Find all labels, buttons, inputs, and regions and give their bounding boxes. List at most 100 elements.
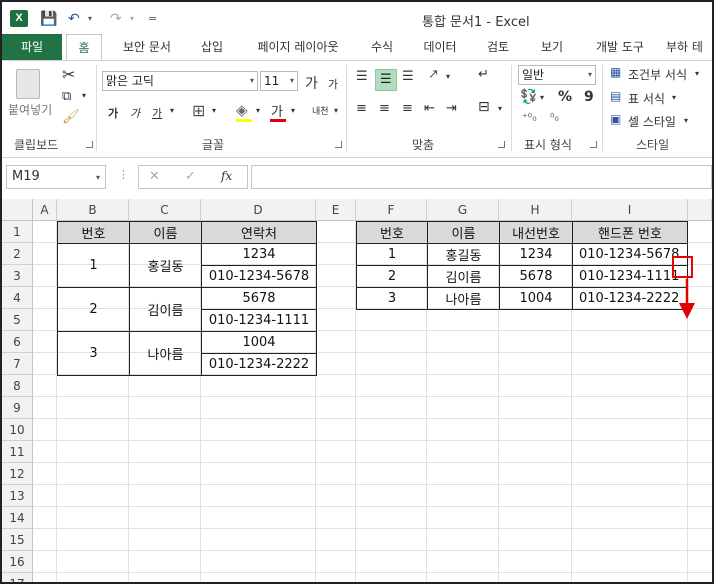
middle-align-button[interactable]: ☰ [375, 69, 397, 91]
insert-function-icon[interactable]: fx [221, 169, 232, 183]
column-header-h[interactable]: H [499, 199, 572, 221]
column-header-c[interactable]: C [129, 199, 201, 221]
row-header-8[interactable]: 8 [2, 375, 33, 397]
select-all-button[interactable] [2, 199, 33, 221]
format-painter-icon[interactable]: 🖌 [62, 109, 80, 125]
fill-handle-highlight[interactable] [672, 256, 693, 278]
row-header-10[interactable]: 10 [2, 419, 33, 441]
row-header-13[interactable]: 13 [2, 485, 33, 507]
right-header-no[interactable]: 번호 [356, 221, 428, 244]
right-cell-name-1[interactable]: 홍길동 [427, 243, 500, 266]
copy-dropdown-icon[interactable]: ▾ [82, 91, 86, 100]
row-header-15[interactable]: 15 [2, 529, 33, 551]
tab-home[interactable]: 홈 [66, 34, 102, 61]
cell-styles-button[interactable]: 셀 스타일 [628, 113, 676, 130]
column-header-b[interactable]: B [57, 199, 129, 221]
orientation-dropdown-icon[interactable]: ▾ [446, 72, 450, 81]
right-cell-phone-3[interactable]: 010-1234-2222 [572, 287, 688, 310]
table-dropdown-icon[interactable]: ▾ [672, 93, 676, 102]
left-cell-phone-2[interactable]: 010-1234-1111 [201, 309, 317, 332]
right-cell-no-1[interactable]: 1 [356, 243, 428, 266]
undo-dropdown-icon[interactable]: ▾ [88, 9, 92, 29]
column-header-d[interactable]: D [201, 199, 316, 221]
format-as-table-button[interactable]: 표 서식 [628, 90, 665, 107]
grow-font-button[interactable]: 가 [305, 73, 318, 93]
column-header-j[interactable] [688, 199, 712, 221]
tab-developer[interactable]: 개발 도구 [586, 34, 654, 60]
paste-icon[interactable] [16, 69, 40, 99]
tab-view[interactable]: 보기 [532, 34, 572, 60]
tab-load-test[interactable]: 부하 테 [666, 34, 712, 60]
tab-protect[interactable]: 보안 문서 [110, 34, 184, 60]
font-name-select[interactable]: 맑은 고딕 ▾ [102, 71, 258, 91]
row-header-9[interactable]: 9 [2, 397, 33, 419]
formula-input[interactable] [251, 165, 712, 189]
tab-insert[interactable]: 삽입 [192, 34, 232, 60]
merge-dropdown-icon[interactable]: ▾ [498, 104, 502, 113]
column-header-g[interactable]: G [427, 199, 499, 221]
align-left-icon[interactable]: ≡ [356, 101, 367, 116]
merge-center-icon[interactable]: ⊟ [478, 99, 490, 115]
orientation-icon[interactable]: ↗ [428, 67, 439, 82]
clipboard-launcher-icon[interactable] [86, 141, 93, 148]
font-color-button[interactable]: 가 [271, 101, 283, 120]
accounting-dropdown-icon[interactable]: ▾ [540, 93, 544, 102]
format-as-table-icon[interactable]: ▤ [610, 89, 621, 103]
right-cell-no-3[interactable]: 3 [356, 287, 428, 310]
left-cell-ext-1[interactable]: 1234 [201, 243, 317, 266]
phonetic-dropdown-icon[interactable]: ▾ [334, 106, 338, 115]
row-header-14[interactable]: 14 [2, 507, 33, 529]
left-cell-name-1[interactable]: 홍길동 [129, 243, 202, 288]
borders-dropdown-icon[interactable]: ▾ [212, 106, 216, 115]
row-header-16[interactable]: 16 [2, 551, 33, 573]
customize-qat-icon[interactable]: = [148, 9, 157, 29]
right-header-ext[interactable]: 내선번호 [499, 221, 573, 244]
conditional-formatting-icon[interactable]: ▦ [610, 65, 621, 79]
left-cell-no-1[interactable]: 1 [57, 243, 130, 288]
row-header-4[interactable]: 4 [2, 287, 33, 309]
align-center-icon[interactable]: ≡ [379, 101, 390, 116]
left-cell-name-3[interactable]: 나아름 [129, 331, 202, 376]
row-header-5[interactable]: 5 [2, 309, 33, 331]
font-launcher-icon[interactable] [335, 141, 342, 148]
column-header-a[interactable]: A [33, 199, 57, 221]
italic-button[interactable]: 가 [130, 105, 140, 121]
row-header-7[interactable]: 7 [2, 353, 33, 375]
bottom-align-icon[interactable]: ☰ [402, 69, 414, 84]
redo-dropdown-icon[interactable]: ▾ [130, 9, 134, 29]
borders-icon[interactable]: ⊞ [192, 101, 205, 120]
number-launcher-icon[interactable] [590, 141, 597, 148]
font-color-dropdown-icon[interactable]: ▾ [291, 106, 295, 115]
cell-styles-dropdown-icon[interactable]: ▾ [684, 116, 688, 125]
comma-style-button[interactable]: 9 [584, 89, 594, 105]
decrease-indent-icon[interactable]: ⇤ [424, 101, 435, 116]
right-cell-phone-2[interactable]: 010-1234-1111 [572, 265, 688, 288]
right-cell-no-2[interactable]: 2 [356, 265, 428, 288]
right-header-name[interactable]: 이름 [427, 221, 500, 244]
conditional-formatting-button[interactable]: 조건부 서식 [628, 66, 687, 83]
number-format-select[interactable]: 일반 ▾ [518, 65, 596, 85]
left-cell-phone-3[interactable]: 010-1234-2222 [201, 353, 317, 376]
left-cell-no-2[interactable]: 2 [57, 287, 130, 332]
left-cell-no-3[interactable]: 3 [57, 331, 130, 376]
right-cell-ext-1[interactable]: 1234 [499, 243, 573, 266]
right-cell-ext-3[interactable]: 1004 [499, 287, 573, 310]
left-cell-ext-3[interactable]: 1004 [201, 331, 317, 354]
column-header-i[interactable]: I [572, 199, 688, 221]
row-header-3[interactable]: 3 [2, 265, 33, 287]
cell-styles-icon[interactable]: ▣ [610, 112, 621, 126]
percent-style-button[interactable]: % [558, 89, 572, 105]
tab-page-layout[interactable]: 페이지 레이아웃 [246, 34, 350, 60]
bold-button[interactable]: 가 [108, 105, 118, 121]
column-header-e[interactable]: E [316, 199, 356, 221]
right-cell-ext-2[interactable]: 5678 [499, 265, 573, 288]
right-header-phone[interactable]: 핸드폰 번호 [572, 221, 688, 244]
tab-review[interactable]: 검토 [478, 34, 518, 60]
fill-color-icon[interactable]: ◈ [236, 101, 248, 119]
row-header-1[interactable]: 1 [2, 221, 33, 243]
left-header-contact[interactable]: 연락처 [201, 221, 317, 244]
paste-button[interactable]: 붙여넣기 [8, 101, 52, 118]
enter-icon[interactable]: ✓ [185, 169, 196, 184]
row-header-6[interactable]: 6 [2, 331, 33, 353]
redo-icon[interactable]: ↷ [110, 9, 122, 29]
